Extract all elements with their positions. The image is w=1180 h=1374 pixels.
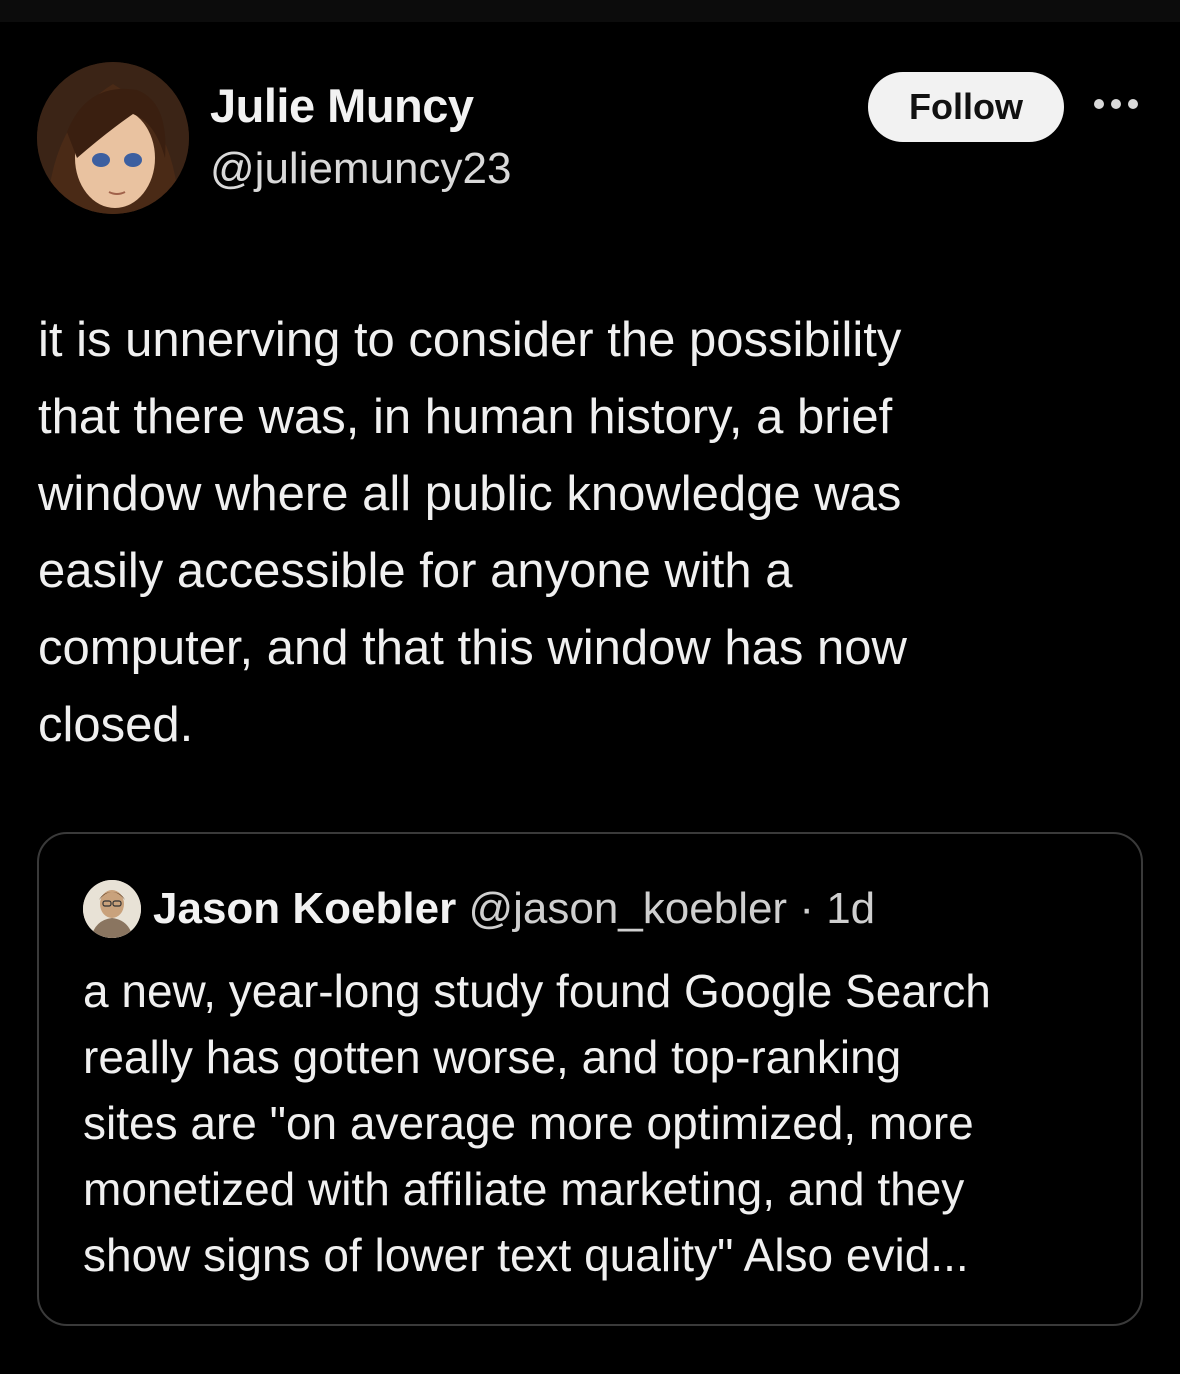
avatar-image	[37, 62, 189, 214]
quoted-author-handle[interactable]: @jason_koebler	[468, 884, 787, 933]
quoted-tweet-text: a new, year-long study found Google Sear…	[83, 965, 991, 1281]
author-name[interactable]: Julie Muncy	[210, 78, 474, 133]
top-status-bar	[0, 0, 1180, 22]
quoted-author-avatar[interactable]	[83, 880, 141, 938]
quoted-tweet-header: Jason Koebler @jason_koebler · 1d	[153, 882, 875, 936]
more-options-button[interactable]	[1090, 82, 1142, 126]
more-horizontal-icon	[1094, 99, 1138, 109]
quoted-avatar-image	[83, 880, 141, 938]
follow-button[interactable]: Follow	[868, 72, 1064, 142]
author-avatar[interactable]	[37, 62, 189, 214]
quoted-timestamp[interactable]: 1d	[826, 884, 875, 933]
tweet-text: it is unnerving to consider the possibil…	[38, 313, 907, 752]
quoted-separator: ·	[787, 884, 827, 933]
quoted-author-name[interactable]: Jason Koebler	[153, 884, 456, 933]
quoted-tweet-card[interactable]: Jason Koebler @jason_koebler · 1d a new,…	[37, 832, 1143, 1326]
author-handle[interactable]: @juliemuncy23	[210, 144, 511, 194]
